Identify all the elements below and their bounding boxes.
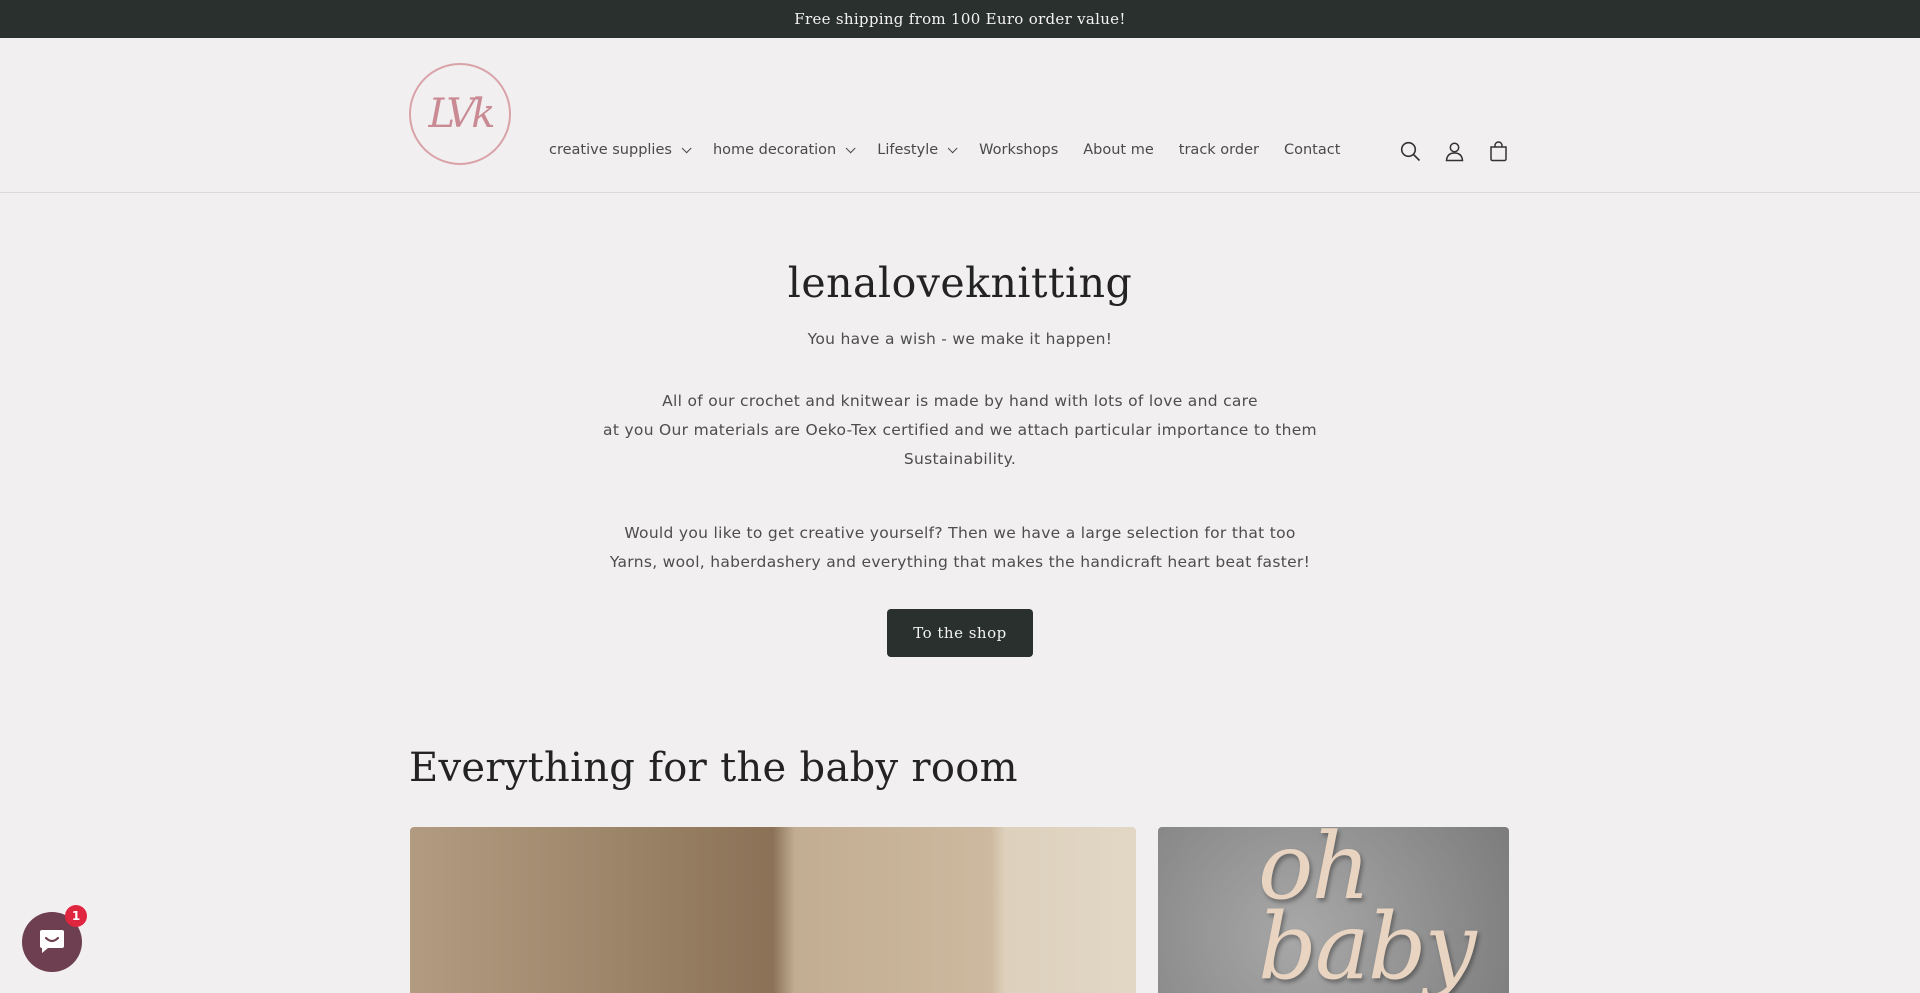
chat-bubble-icon (40, 930, 64, 953)
nav-label: track order (1178, 142, 1259, 158)
nav-label: About me (1083, 142, 1154, 158)
product-card-image-oh-baby[interactable]: oh baby (1158, 827, 1509, 993)
text-line: baby (1258, 893, 1477, 993)
text-line: Sustainability. (903, 450, 1017, 468)
announcement-bar: Free shipping from 100 Euro order value! (0, 0, 1920, 38)
search-icon[interactable] (1399, 140, 1421, 162)
text-line: All of our crochet and knitwear is made … (662, 392, 1258, 410)
cart-icon[interactable] (1487, 140, 1509, 162)
main-nav: creative supplies home decoration Lifest… (549, 142, 1365, 158)
nav-item-about-me[interactable]: About me (1083, 142, 1154, 158)
announcement-text: Free shipping from 100 Euro order value! (794, 10, 1126, 28)
logo-text: LVk (428, 91, 496, 137)
hero-paragraph-1: All of our crochet and knitwear is made … (0, 387, 1920, 474)
text-line: Yarns, wool, haberdashery and everything… (609, 553, 1311, 571)
nav-item-track-order[interactable]: track order (1179, 142, 1259, 158)
chevron-down-icon (681, 142, 692, 153)
chevron-down-icon (845, 142, 856, 153)
nav-label: home decoration (712, 142, 837, 158)
nav-label: Lifestyle (877, 142, 939, 158)
header-icons (1399, 140, 1509, 162)
chat-notification-badge: 1 (65, 905, 87, 927)
nav-item-contact[interactable]: Contact (1284, 142, 1340, 158)
nav-item-lifestyle[interactable]: Lifestyle (877, 142, 958, 158)
nav-label: Contact (1283, 142, 1341, 158)
hero-section: lenaloveknitting You have a wish - we ma… (0, 193, 1920, 657)
hero-tagline: You have a wish - we make it happen! (807, 330, 1113, 348)
nav-item-workshops[interactable]: Workshops (979, 142, 1058, 158)
chevron-down-icon (947, 142, 958, 153)
site-header: LVk creative supplies home decoration Li… (0, 38, 1920, 193)
nav-item-home-decoration[interactable]: home decoration (712, 142, 856, 158)
to-the-shop-button[interactable]: To the shop (887, 609, 1033, 657)
nav-label: Workshops (979, 142, 1059, 158)
section-title: Everything for the baby room (409, 745, 1018, 791)
text-line: at you Our materials are Oeko-Tex certif… (603, 421, 1317, 439)
logo[interactable]: LVk (409, 63, 511, 165)
product-card-image[interactable] (410, 827, 1136, 993)
account-icon[interactable] (1443, 140, 1465, 162)
oh-baby-text: oh baby (1258, 827, 1477, 993)
hero-title: lenaloveknitting (787, 259, 1133, 307)
nav-item-creative-supplies[interactable]: creative supplies (549, 142, 692, 158)
hero-paragraph-2: Would you like to get creative yourself?… (0, 519, 1920, 577)
text-line: Would you like to get creative yourself?… (624, 524, 1296, 542)
nav-label: creative supplies (549, 142, 672, 158)
